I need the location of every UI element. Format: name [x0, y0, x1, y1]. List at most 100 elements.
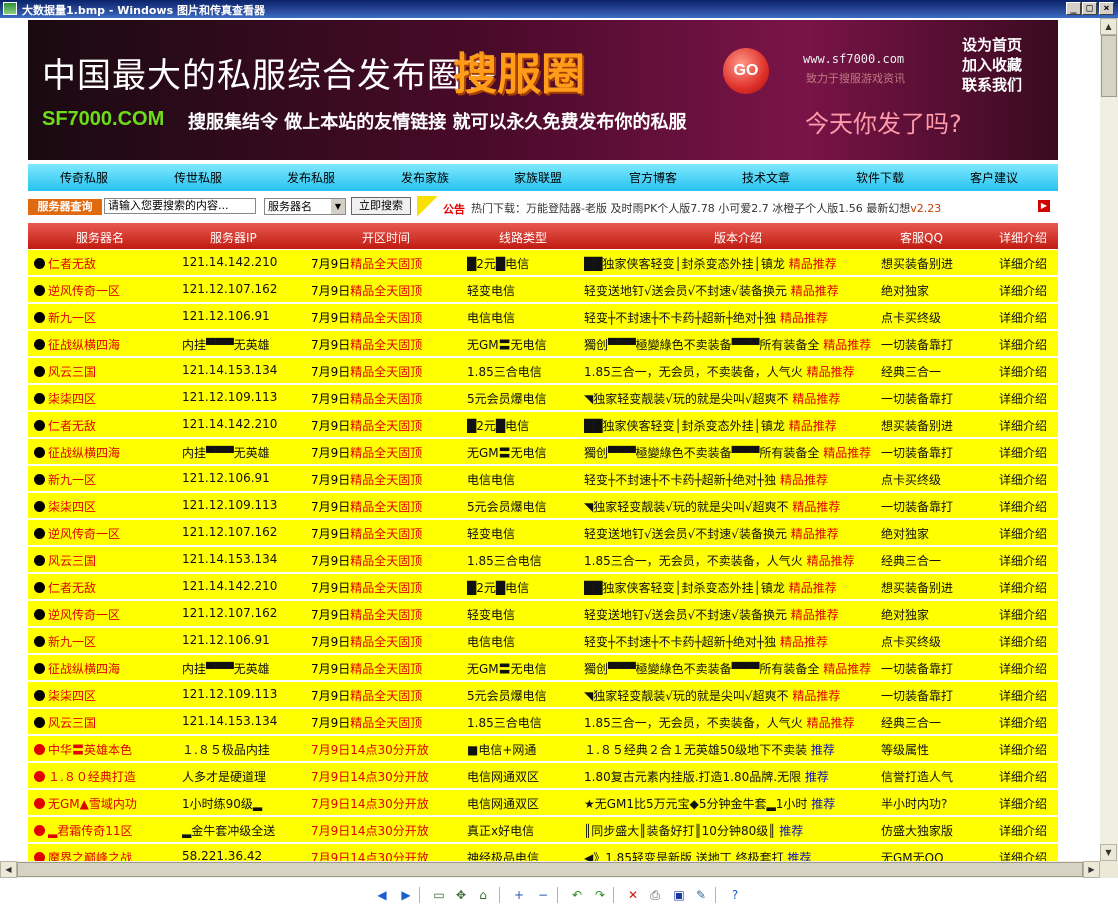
version-intro[interactable]: 1.85三合一，无会员，不卖装备，人气火 精品推荐	[584, 363, 874, 380]
scroll-left-icon[interactable]: ◀	[0, 861, 17, 878]
version-intro[interactable]: １.８５经典２合１无英雄50级地下不卖装 推荐	[584, 741, 874, 758]
table-row[interactable]: 新九一区 121.12.106.91 7月9日精品全天固顶 电信电信 轻变┼不封速┼不卡…	[28, 628, 1058, 654]
next-image-icon[interactable]: ▶	[397, 886, 415, 904]
details-link[interactable]: 详细介绍	[999, 633, 1054, 650]
table-row[interactable]: 新九一区 121.12.106.91 7月9日精品全天固顶 电信电信 轻变┼不封速┼不卡…	[28, 466, 1058, 492]
server-name-link[interactable]: 魔界之巅峰之战	[34, 849, 174, 861]
details-link[interactable]: 详细介绍	[999, 282, 1054, 299]
version-intro[interactable]: ██独家侠客轻变│封杀变态外挂│镇龙 精品推荐	[584, 579, 874, 596]
go-button[interactable]: GO	[723, 48, 769, 94]
table-row[interactable]: 中华〓英雄本色 １.８５极品内挂 7月9日14点30分开放 ■电信+网通 １.８５经典２…	[28, 736, 1058, 762]
version-intro[interactable]: 獨创▀▀▀極變綠色不卖装备▀▀▀所有装备全 精品推荐	[584, 444, 874, 461]
table-row[interactable]: 魔界之巅峰之战 58.221.36.42 7月9日14点30分开放 神经极品电信 ◀》1…	[28, 844, 1058, 861]
server-name-link[interactable]: 柒柒四区	[34, 498, 174, 515]
delete-icon[interactable]: ✕	[624, 886, 642, 904]
table-row[interactable]: 风云三国 121.14.153.134 7月9日精品全天固顶 1.85三合电信 1.85…	[28, 547, 1058, 573]
scroll-down-icon[interactable]: ▼	[1100, 844, 1117, 861]
server-name-link[interactable]: 仁者无敌	[34, 579, 174, 596]
add-favorite-link[interactable]: 加入收藏	[962, 54, 1022, 75]
server-name-link[interactable]: 仁者无敌	[34, 255, 174, 272]
details-link[interactable]: 详细介绍	[999, 471, 1054, 488]
server-name-link[interactable]: 仁者无敌	[34, 417, 174, 434]
version-intro[interactable]: 轻变送地钉√送会员√不封速√装备换元 精品推荐	[584, 606, 874, 623]
server-name-link[interactable]: 逆风传奇一区	[34, 525, 174, 542]
server-name-link[interactable]: 柒柒四区	[34, 687, 174, 704]
details-link[interactable]: 详细介绍	[999, 525, 1054, 542]
version-intro[interactable]: ║同步盛大║装备好打║10分钟80级║ 推荐	[584, 822, 874, 839]
nav-item-legend-private[interactable]: 传奇私服	[60, 169, 108, 186]
details-link[interactable]: 详细介绍	[999, 552, 1054, 569]
maximize-button[interactable]: □	[1082, 2, 1097, 15]
server-name-link[interactable]: 新九一区	[34, 471, 174, 488]
server-name-link[interactable]: 中华〓英雄本色	[34, 741, 174, 758]
hot-downloads-ticker[interactable]: 热门下载：万能登陆器-老版 及时雨PK个人版7.78 小可爱2.7 冰橙子个人版…	[471, 200, 1041, 216]
minimize-button[interactable]: _	[1066, 2, 1081, 15]
help-icon[interactable]: ?	[726, 886, 744, 904]
table-row[interactable]: 仁者无敌 121.14.142.210 7月9日精品全天固顶 █2元█电信 ██独家侠客…	[28, 250, 1058, 276]
server-name-link[interactable]: 征战纵横四海	[34, 660, 174, 677]
version-intro[interactable]: ◥独家轻变靓装√玩的就是尖叫√超爽不 精品推荐	[584, 687, 874, 704]
slideshow-icon[interactable]: ⌂	[474, 886, 492, 904]
nav-item-world-private[interactable]: 传世私服	[174, 169, 222, 186]
table-row[interactable]: １.８０经典打造 人多才是硬道理 7月9日14点30分开放 电信网通双区 1.80复古元…	[28, 763, 1058, 789]
zoom-in-icon[interactable]: +	[510, 886, 528, 904]
details-link[interactable]: 详细介绍	[999, 444, 1054, 461]
search-input[interactable]: 请输入您要搜索的内容...	[104, 198, 256, 214]
details-link[interactable]: 详细介绍	[999, 606, 1054, 623]
server-name-link[interactable]: 逆风传奇一区	[34, 606, 174, 623]
version-intro[interactable]: ██独家侠客轻变│封杀变态外挂│镇龙 精品推荐	[584, 255, 874, 272]
details-link[interactable]: 详细介绍	[999, 579, 1054, 596]
server-name-link[interactable]: 逆风传奇一区	[34, 282, 174, 299]
set-homepage-link[interactable]: 设为首页	[962, 34, 1022, 55]
horizontal-scrollbar[interactable]: ◀ ▶	[0, 861, 1100, 878]
table-row[interactable]: 征战纵横四海 内挂▀▀▀无英雄 7月9日精品全天固顶 无GM〓无电信 獨创▀▀▀極變綠色…	[28, 655, 1058, 681]
details-link[interactable]: 详细介绍	[999, 336, 1054, 353]
details-link[interactable]: 详细介绍	[999, 417, 1054, 434]
table-row[interactable]: 风云三国 121.14.153.134 7月9日精品全天固顶 1.85三合电信 1.85…	[28, 358, 1058, 384]
table-row[interactable]: 新九一区 121.12.106.91 7月9日精品全天固顶 电信电信 轻变┼不封速┼不卡…	[28, 304, 1058, 330]
vertical-scrollbar[interactable]: ▲ ▼	[1100, 18, 1118, 861]
table-row[interactable]: 风云三国 121.14.153.134 7月9日精品全天固顶 1.85三合电信 1.85…	[28, 709, 1058, 735]
search-button[interactable]: 立即搜索	[351, 197, 411, 215]
version-intro[interactable]: 獨创▀▀▀極變綠色不卖装备▀▀▀所有装备全 精品推荐	[584, 660, 874, 677]
server-name-link[interactable]: 新九一区	[34, 309, 174, 326]
table-row[interactable]: 仁者无敌 121.14.142.210 7月9日精品全天固顶 █2元█电信 ██独家侠客…	[28, 574, 1058, 600]
version-intro[interactable]: ██独家侠客轻变│封杀变态外挂│镇龙 精品推荐	[584, 417, 874, 434]
vertical-scroll-thumb[interactable]	[1101, 35, 1117, 97]
details-link[interactable]: 详细介绍	[999, 687, 1054, 704]
rotate-counterclockwise-icon[interactable]: ↷	[591, 886, 609, 904]
version-intro[interactable]: 1.85三合一，无会员，不卖装备，人气火 精品推荐	[584, 552, 874, 569]
details-link[interactable]: 详细介绍	[999, 714, 1054, 731]
version-intro[interactable]: ◥独家轻变靓装√玩的就是尖叫√超爽不 精品推荐	[584, 390, 874, 407]
version-intro[interactable]: 1.80复古元素内挂版.打造1.80品牌.无限 推荐	[584, 768, 874, 785]
chevron-down-icon[interactable]: ▼	[331, 199, 345, 214]
table-row[interactable]: 柒柒四区 121.12.109.113 7月9日精品全天固顶 5元会员爆电信 ◥独家轻变…	[28, 493, 1058, 519]
nav-item-suggestions[interactable]: 客户建议	[970, 169, 1018, 186]
server-name-link[interactable]: 征战纵横四海	[34, 444, 174, 461]
version-intro[interactable]: 轻变┼不封速┼不卡药┼超新┼绝对┼独 精品推荐	[584, 471, 874, 488]
table-row[interactable]: 征战纵横四海 内挂▀▀▀无英雄 7月9日精品全天固顶 无GM〓无电信 獨创▀▀▀極變綠色…	[28, 331, 1058, 357]
server-name-link[interactable]: １.８０经典打造	[34, 768, 174, 785]
nav-item-software-download[interactable]: 软件下载	[856, 169, 904, 186]
details-link[interactable]: 详细介绍	[999, 768, 1054, 785]
details-link[interactable]: 详细介绍	[999, 390, 1054, 407]
details-link[interactable]: 详细介绍	[999, 741, 1054, 758]
table-row[interactable]: 逆风传奇一区 121.12.107.162 7月9日精品全天固顶 轻变电信 轻变送地钉√…	[28, 520, 1058, 546]
contact-us-link[interactable]: 联系我们	[962, 74, 1022, 95]
server-name-link[interactable]: 征战纵横四海	[34, 336, 174, 353]
version-intro[interactable]: 轻变┼不封速┼不卡药┼超新┼绝对┼独 精品推荐	[584, 309, 874, 326]
version-intro[interactable]: 轻变┼不封速┼不卡药┼超新┼绝对┼独 精品推荐	[584, 633, 874, 650]
search-field-select[interactable]: 服务器名 ▼	[264, 198, 346, 215]
details-link[interactable]: 详细介绍	[999, 795, 1054, 812]
table-row[interactable]: 无GM▲雪域内功 1小时练90级▂ 7月9日14点30分开放 电信网通双区 ★无GM1比…	[28, 790, 1058, 816]
close-button[interactable]: ×	[1099, 2, 1114, 15]
table-row[interactable]: 逆风传奇一区 121.12.107.162 7月9日精品全天固顶 轻变电信 轻变送地钉√…	[28, 277, 1058, 303]
details-link[interactable]: 详细介绍	[999, 849, 1054, 861]
best-fit-icon[interactable]: ▭	[430, 886, 448, 904]
version-intro[interactable]: 1.85三合一，无会员，不卖装备，人气火 精品推荐	[584, 714, 874, 731]
table-row[interactable]: 柒柒四区 121.12.109.113 7月9日精品全天固顶 5元会员爆电信 ◥独家轻变…	[28, 385, 1058, 411]
zoom-out-icon[interactable]: −	[534, 886, 552, 904]
next-arrow-icon[interactable]: ▶	[1038, 200, 1050, 212]
version-intro[interactable]: ◀》1.85轻变是新版 送地丁 终极套打 推荐	[584, 849, 874, 861]
details-link[interactable]: 详细介绍	[999, 822, 1054, 839]
